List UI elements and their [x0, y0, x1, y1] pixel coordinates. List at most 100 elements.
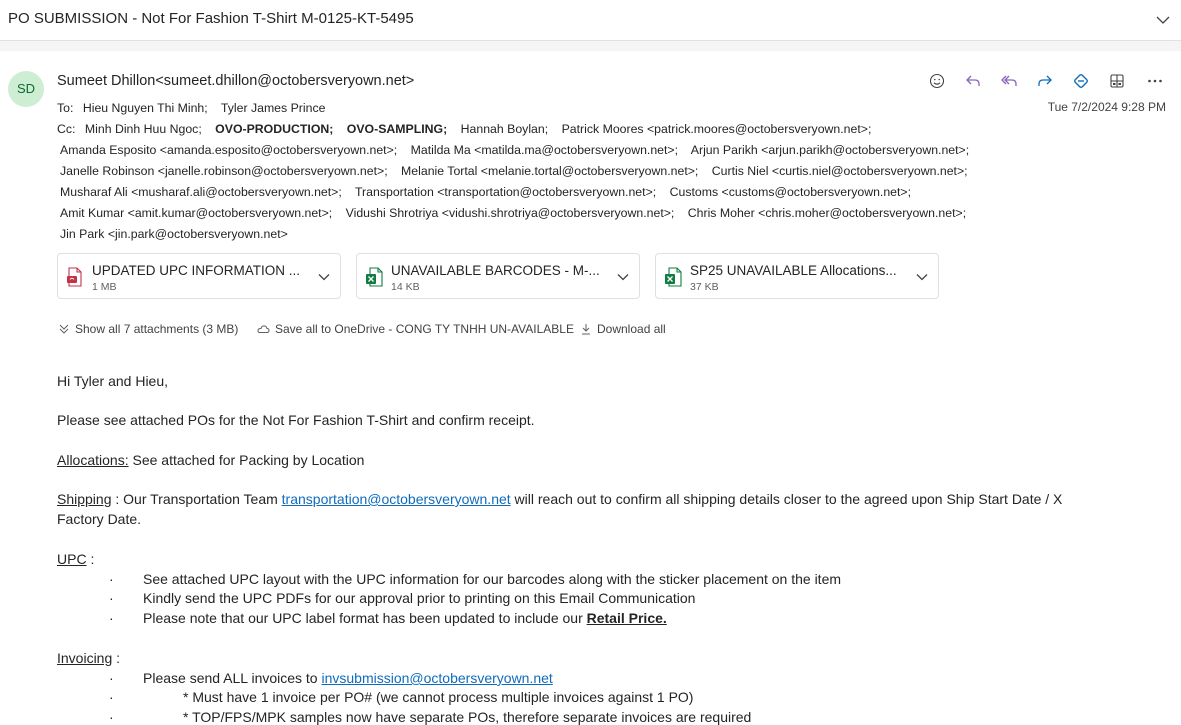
cloud-icon — [257, 325, 270, 333]
smiley-icon — [929, 73, 945, 89]
upc-bullet-3-text: Please note that our UPC label format ha… — [143, 610, 587, 626]
attachment-name: SP25 UNAVAILABLE Allocations... — [690, 263, 897, 278]
cc-label: Cc: — [57, 122, 76, 136]
forward-icon — [1038, 75, 1052, 86]
sender-name[interactable]: Sumeet Dhillon<sumeet.dhillon@octobersve… — [57, 73, 414, 89]
divider — [0, 41, 1181, 51]
invoicing-bullet-1: Please send ALL invoices to invsubmissio… — [143, 670, 553, 686]
recipient[interactable]: Amit Kumar <amit.kumar@octobersveryown.n… — [60, 206, 332, 220]
recipient[interactable]: Hieu Nguyen Thi Minh; — [83, 101, 208, 115]
to-line: To: Hieu Nguyen Thi Minh; Tyler James Pr… — [57, 98, 1137, 119]
recipient[interactable]: Minh Dinh Huu Ngoc; — [85, 122, 202, 136]
invoicing-bullet-3: * TOP/FPS/MPK samples now have separate … — [183, 709, 752, 725]
chevron-down-icon[interactable] — [915, 270, 929, 284]
chevron-down-icon[interactable] — [1155, 12, 1171, 28]
reply-all-icon — [1001, 75, 1017, 86]
download-all-label: Download all — [597, 322, 666, 336]
recipient[interactable]: Hannah Boylan; — [461, 122, 549, 136]
upc-colon: : — [86, 551, 95, 567]
attachment-card[interactable]: UPDATED UPC INFORMATION ... 1 MB — [57, 253, 341, 299]
retail-price-emphasis: Retail Price. — [586, 610, 667, 626]
excel-file-icon — [366, 267, 383, 287]
greeting: Hi Tyler and Hieu, — [57, 373, 169, 389]
upc-bullet-1: See attached UPC layout with the UPC inf… — [143, 571, 842, 587]
recipient[interactable]: Matilda Ma <matilda.ma@octobersveryown.n… — [411, 143, 678, 157]
recipient[interactable]: Musharaf Ali <musharaf.ali@octobersveryo… — [60, 185, 342, 199]
attachment-card[interactable]: UNAVAILABLE BARCODES - M-... 14 KB — [356, 253, 640, 299]
cc-line: Janelle Robinson <janelle.robinson@octob… — [57, 161, 1137, 182]
attachment-size: 1 MB — [92, 281, 117, 293]
bullet-marker: · — [109, 709, 114, 725]
invoicing-heading: Invoicing : — [57, 650, 120, 666]
loop-icon — [1074, 74, 1088, 88]
recipient[interactable]: Arjun Parikh <arjun.parikh@octobersveryo… — [691, 143, 969, 157]
loop-component-button[interactable] — [1070, 71, 1092, 91]
recipient[interactable]: Melanie Tortal <melanie.tortal@octobersv… — [401, 164, 698, 178]
chevron-down-icon[interactable] — [616, 270, 630, 284]
cc-line: Amit Kumar <amit.kumar@octobersveryown.n… — [57, 203, 1137, 224]
chevron-down-icon[interactable] — [317, 270, 331, 284]
pdf-file-icon — [67, 267, 82, 287]
show-all-attachments-button[interactable]: Show all 7 attachments (3 MB) — [58, 322, 238, 336]
attachment-size: 14 KB — [391, 281, 420, 293]
recipient[interactable]: Amanda Esposito <amanda.esposito@october… — [60, 143, 397, 157]
intro-paragraph: Please see attached POs for the Not For … — [57, 412, 535, 428]
grid-view-icon — [1110, 74, 1124, 88]
save-to-onedrive-button[interactable]: Save all to OneDrive - CONG TY TNHH UN-A… — [256, 322, 574, 336]
recipient[interactable]: Customs <customs@octobersveryown.net>; — [670, 185, 911, 199]
allocations-text: See attached for Packing by Location — [128, 452, 365, 468]
shipping-text: : Our Transportation Team — [111, 491, 282, 507]
attachment-size: 37 KB — [690, 281, 719, 293]
show-all-label: Show all 7 attachments (3 MB) — [75, 322, 239, 336]
more-options-icon — [1148, 79, 1162, 83]
recipients: To: Hieu Nguyen Thi Minh; Tyler James Pr… — [57, 98, 1137, 245]
recipient[interactable]: Patrick Moores <patrick.moores@octobersv… — [562, 122, 872, 136]
bullet-marker: · — [109, 689, 114, 705]
cc-line: Jin Park <jin.park@octobersveryown.net> — [57, 224, 1137, 245]
attachment-card[interactable]: SP25 UNAVAILABLE Allocations... 37 KB — [655, 253, 939, 299]
download-icon — [582, 324, 590, 335]
bullet-marker: · — [109, 670, 114, 686]
attachment-name: UPDATED UPC INFORMATION ... — [92, 263, 301, 278]
emoji-reaction-button[interactable] — [926, 71, 948, 91]
cc-line: Amanda Esposito <amanda.esposito@october… — [57, 140, 1137, 161]
shipping-label: Shipping — [57, 491, 112, 507]
allocations-label: Allocations: — [57, 452, 129, 468]
allocations-paragraph: Allocations: See attached for Packing by… — [57, 452, 364, 468]
recipient[interactable]: Janelle Robinson <janelle.robinson@octob… — [60, 164, 388, 178]
bullet-marker: · — [109, 590, 114, 606]
avatar[interactable]: SD — [8, 71, 44, 107]
recipient-group[interactable]: OVO-SAMPLING; — [347, 122, 447, 136]
more-actions-button[interactable] — [1144, 71, 1166, 91]
shipping-paragraph: Shipping : Our Transportation Team trans… — [57, 491, 1062, 507]
recipient[interactable]: Tyler James Prince — [221, 101, 326, 115]
email-subject: PO SUBMISSION - Not For Fashion T-Shirt … — [8, 10, 414, 27]
immersive-reader-button[interactable] — [1106, 71, 1128, 91]
recipient[interactable]: Vidushi Shrotriya <vidushi.shrotriya@oct… — [346, 206, 675, 220]
excel-file-icon — [665, 267, 682, 287]
reply-icon — [966, 75, 980, 86]
invoice-email-link[interactable]: invsubmission@octobersveryown.net — [322, 670, 553, 686]
recipient[interactable]: Curtis Niel <curtis.niel@octobersveryown… — [712, 164, 968, 178]
download-all-button[interactable]: Download all — [580, 322, 666, 336]
recipient[interactable]: Chris Moher <chris.moher@octobersveryown… — [688, 206, 966, 220]
recipient[interactable]: Jin Park <jin.park@octobersveryown.net> — [60, 227, 288, 241]
reply-button[interactable] — [962, 71, 984, 91]
transportation-email-link[interactable]: transportation@octobersveryown.net — [282, 491, 511, 507]
recipient-group[interactable]: OVO-PRODUCTION; — [215, 122, 333, 136]
invoicing-bullet-2: * Must have 1 invoice per PO# (we cannot… — [183, 689, 694, 705]
invoicing-bullet-1-text: Please send ALL invoices to — [143, 670, 322, 686]
reply-all-button[interactable] — [998, 71, 1020, 91]
upc-bullet-3: Please note that our UPC label format ha… — [143, 610, 667, 626]
subject-bar: PO SUBMISSION - Not For Fashion T-Shirt … — [0, 0, 1181, 41]
to-label: To: — [57, 101, 74, 115]
upc-bullet-2: Kindly send the UPC PDFs for our approva… — [143, 590, 696, 606]
chevron-double-down-icon — [59, 324, 69, 334]
shipping-text-cont: will reach out to confirm all shipping d… — [510, 491, 1063, 507]
invoicing-colon: : — [112, 650, 121, 666]
attachment-name: UNAVAILABLE BARCODES - M-... — [391, 263, 600, 278]
forward-button[interactable] — [1034, 71, 1056, 91]
cc-line: Musharaf Ali <musharaf.ali@octobersveryo… — [57, 182, 1137, 203]
upc-heading: UPC : — [57, 551, 94, 567]
recipient[interactable]: Transportation <transportation@octobersv… — [355, 185, 656, 199]
